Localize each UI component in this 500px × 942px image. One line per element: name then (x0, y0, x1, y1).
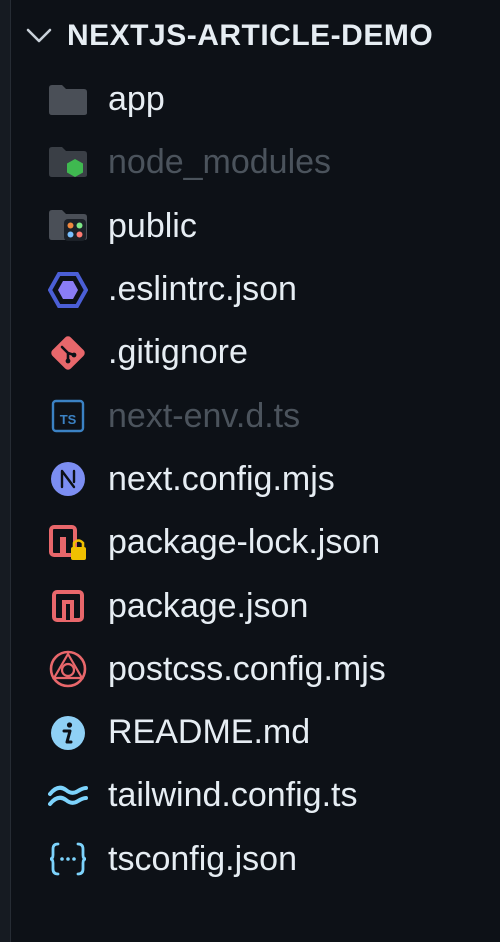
postcss-icon (46, 647, 90, 691)
tree-item-postcss-config[interactable]: postcss.config.mjs (11, 638, 500, 701)
npm-lock-icon (46, 521, 90, 565)
tree-item-node-modules[interactable]: node_modules (11, 131, 500, 194)
tree-item-app[interactable]: app (11, 68, 500, 131)
public-folder-icon (46, 204, 90, 248)
file-tree: app node_modules public .eslintrc.json .… (11, 68, 500, 891)
item-label: next.config.mjs (108, 459, 335, 498)
chevron-down-icon[interactable] (21, 18, 57, 54)
item-label: app (108, 80, 165, 119)
svg-text:TS: TS (60, 412, 77, 427)
tree-item-tsconfig[interactable]: tsconfig.json (11, 828, 500, 891)
tree-item-public[interactable]: public (11, 195, 500, 258)
project-title: NEXTJS-ARTICLE-DEMO (67, 19, 434, 52)
file-explorer: NEXTJS-ARTICLE-DEMO app node_modules pub… (0, 0, 500, 942)
item-label: node_modules (108, 143, 332, 182)
tree-item-package-json[interactable]: package.json (11, 574, 500, 637)
explorer-header[interactable]: NEXTJS-ARTICLE-DEMO (11, 0, 500, 72)
item-label: next-env.d.ts (108, 396, 301, 435)
npm-icon (46, 584, 90, 628)
tree-item-eslintrc[interactable]: .eslintrc.json (11, 258, 500, 321)
tree-item-next-config[interactable]: next.config.mjs (11, 448, 500, 511)
tree-item-gitignore[interactable]: .gitignore (11, 321, 500, 384)
node-modules-folder-icon (46, 141, 90, 185)
item-label: postcss.config.mjs (108, 649, 386, 688)
tree-item-package-lock[interactable]: package-lock.json (11, 511, 500, 574)
item-label: .gitignore (108, 333, 248, 372)
nextjs-icon (46, 457, 90, 501)
explorer-left-border (0, 0, 11, 942)
item-label: README.md (108, 713, 311, 752)
typescript-icon: TS (46, 394, 90, 438)
item-label: package-lock.json (108, 523, 381, 562)
item-label: package.json (108, 586, 309, 625)
tree-item-tailwind-config[interactable]: tailwind.config.ts (11, 764, 500, 827)
git-icon (46, 331, 90, 375)
tailwind-icon (46, 774, 90, 818)
item-label: tsconfig.json (108, 839, 297, 878)
item-label: tailwind.config.ts (108, 776, 358, 815)
item-label: public (108, 206, 197, 245)
info-icon (46, 711, 90, 755)
item-label: .eslintrc.json (108, 270, 297, 309)
tree-item-next-env[interactable]: TS next-env.d.ts (11, 384, 500, 447)
json-icon (46, 837, 90, 881)
tree-item-readme[interactable]: README.md (11, 701, 500, 764)
folder-icon (46, 78, 90, 122)
eslint-icon (46, 268, 90, 312)
